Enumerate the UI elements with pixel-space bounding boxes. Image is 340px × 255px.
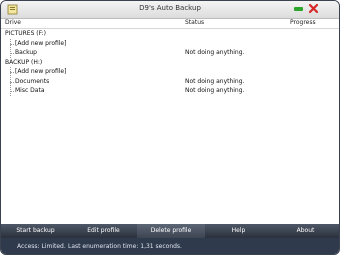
column-header-drive[interactable]: Drive — [5, 19, 21, 26]
title-bar: D9's Auto Backup — [1, 1, 339, 19]
help-button[interactable]: Help — [205, 224, 272, 238]
window-title: D9's Auto Backup — [139, 4, 201, 12]
tree-add-profile-backup[interactable]: [Add new profile] — [1, 67, 339, 96]
profile-name: Misc Data — [15, 87, 45, 94]
profile-status: Not doing anything. — [185, 87, 245, 94]
action-toolbar: Start backup Edit profile Delete profile… — [1, 224, 339, 238]
tree-guide — [10, 81, 14, 83]
close-icon[interactable] — [308, 3, 319, 14]
tree-profile-misc-data[interactable]: Misc Data Not doing anything. — [1, 86, 339, 96]
minimize-icon[interactable] — [294, 7, 303, 11]
access-status: Access: Limited. — [17, 243, 66, 250]
delete-profile-button[interactable]: Delete profile — [137, 224, 205, 238]
profile-tree: PICTURES (F:) [Add new profile] Backup N… — [1, 29, 339, 96]
app-window: D9's Auto Backup Drive Status Progress P… — [0, 0, 340, 255]
tree-drive-backup[interactable]: BACKUP (H:) — [1, 58, 339, 68]
tree-profile-documents[interactable]: Documents Not doing anything. — [1, 77, 339, 87]
tree-guide — [10, 72, 14, 73]
column-headers: Drive Status Progress — [1, 18, 339, 29]
start-backup-button[interactable]: Start backup — [1, 224, 70, 238]
column-header-progress[interactable]: Progress — [290, 19, 316, 26]
tree-add-profile-pictures[interactable]: [Add new profile] — [1, 38, 339, 58]
status-bar: Access: Limited. Last enumeration time: … — [1, 238, 339, 254]
profile-name: Documents — [15, 77, 50, 85]
profile-status: Not doing anything. — [185, 77, 245, 85]
about-button[interactable]: About — [272, 224, 339, 238]
tree-drive-pictures[interactable]: PICTURES (F:) — [1, 29, 339, 39]
profile-name: Backup — [15, 49, 37, 56]
add-profile-label: [Add new profile] — [15, 39, 67, 47]
column-header-status[interactable]: Status — [185, 19, 204, 26]
enumeration-time: Last enumeration time: 1,31 seconds. — [68, 243, 182, 250]
tree-guide — [10, 91, 14, 92]
tree-guide — [10, 43, 14, 45]
drive-label: BACKUP (H:) — [5, 58, 43, 66]
profile-status: Not doing anything. — [185, 49, 245, 56]
edit-profile-button[interactable]: Edit profile — [70, 224, 137, 238]
add-profile-label: [Add new profile] — [15, 68, 67, 75]
tree-guide — [10, 53, 14, 54]
tree-profile-backup[interactable]: Backup Not doing anything. — [1, 48, 339, 58]
drive-label: PICTURES (F:) — [5, 30, 46, 37]
